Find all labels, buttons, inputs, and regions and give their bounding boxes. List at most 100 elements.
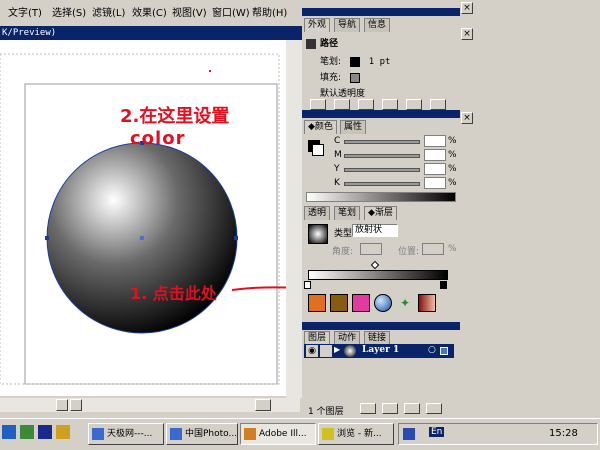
swatch-magenta[interactable] <box>352 294 370 312</box>
quicklaunch-icon-1[interactable] <box>2 425 16 439</box>
close-icon[interactable]: × <box>461 2 473 14</box>
layers-btn-2[interactable] <box>382 403 398 414</box>
menu-select[interactable]: 选择(S) <box>52 4 86 19</box>
swatch-orange[interactable] <box>308 294 326 312</box>
tab-gradient[interactable]: ◆渐层 <box>364 206 397 220</box>
bottom-note: 1. 点击此处 <box>130 284 217 303</box>
channel-c-slider[interactable] <box>344 140 420 144</box>
task-button-browser[interactable]: 浏览 - 新... <box>318 423 394 445</box>
close-icon-3[interactable]: × <box>461 112 473 124</box>
quicklaunch-icon-4[interactable] <box>56 425 70 439</box>
channel-k-slider[interactable] <box>344 182 420 186</box>
swatch-red-gradient[interactable] <box>418 294 436 312</box>
target-icon[interactable]: ○ <box>428 345 436 355</box>
menu-text[interactable]: 文字(T) <box>8 4 42 19</box>
gradient-type-select[interactable]: 放射状 <box>352 224 398 237</box>
gradient-panel: 透明 笔划 ◆渐层 类型 放射状 角度: 位置: % ✦ <box>302 206 460 322</box>
appearance-btn-4[interactable] <box>382 99 398 110</box>
task-button-photoshop[interactable]: 中国Photo... <box>166 423 238 445</box>
close-icon-2[interactable]: × <box>461 28 473 40</box>
tab-attributes[interactable]: 属性 <box>340 120 367 134</box>
tab-actions[interactable]: 动作 <box>334 331 361 345</box>
eye-icon[interactable]: ◉ <box>306 345 318 357</box>
vertical-scrollbar[interactable] <box>286 40 302 398</box>
menu-filter[interactable]: 滤镜(L) <box>92 4 125 19</box>
tab-color[interactable]: ◆颜色 <box>304 120 337 134</box>
color-spectrum-bar[interactable] <box>306 192 456 202</box>
appearance-btn-5[interactable] <box>406 99 422 110</box>
document-title: K/Preview) <box>2 28 57 38</box>
menu-window[interactable]: 窗口(W) <box>212 4 250 19</box>
tab-links[interactable]: 链接 <box>364 331 391 345</box>
gradient-tabs: 透明 笔划 ◆渐层 <box>304 206 458 220</box>
top-annotation: 2.在这里设置 <box>120 102 229 128</box>
top-note-word: color <box>130 128 186 149</box>
channel-k-value[interactable] <box>424 177 446 189</box>
layer-row[interactable]: ◉ ▶ Layer 1 ○ <box>304 344 454 358</box>
menu-view[interactable]: 视图(V) <box>172 4 207 19</box>
stroke-row[interactable]: 笔划: 1 pt <box>320 54 390 67</box>
appearance-btn-2[interactable] <box>334 99 350 110</box>
palette-column: 外观 导航 信息 路径 笔划: 1 pt 填充: 默认透明度 ◆颜色 属性 C … <box>302 0 460 418</box>
scroll-thumb[interactable] <box>255 399 271 411</box>
swatch-row: ✦ <box>302 292 460 316</box>
lock-toggle[interactable] <box>320 345 332 357</box>
quicklaunch-icon-3[interactable] <box>38 425 52 439</box>
gradient-type-label: 类型 <box>334 229 353 239</box>
gradient-preview[interactable] <box>308 224 328 244</box>
tab-appearance[interactable]: 外观 <box>304 18 331 32</box>
layers-trash-icon[interactable] <box>426 403 442 414</box>
trash-icon[interactable] <box>430 99 446 110</box>
appearance-btn-3[interactable] <box>358 99 374 110</box>
gradient-position-input[interactable] <box>422 243 444 255</box>
menu-effect[interactable]: 效果(C) <box>132 4 167 19</box>
layers-btn-3[interactable] <box>404 403 420 414</box>
gradient-stop-white[interactable] <box>304 281 311 289</box>
expand-arrow-icon[interactable]: ▶ <box>334 345 340 354</box>
channel-c-value[interactable] <box>424 135 446 147</box>
tray-icon-1[interactable] <box>403 428 415 440</box>
gradient-midpoint-marker[interactable] <box>370 260 380 270</box>
task-button-tianji[interactable]: 天极网---... <box>88 423 164 445</box>
task-button-illustrator[interactable]: Adobe Ill... <box>240 423 316 445</box>
swatch-sphere[interactable] <box>374 294 392 312</box>
layer-thumbnail <box>344 345 356 357</box>
scroll-left-button[interactable] <box>56 399 68 411</box>
stroke-swatch[interactable] <box>312 144 324 156</box>
channel-y-value[interactable] <box>424 163 446 175</box>
gradient-angle-input[interactable] <box>360 243 382 255</box>
tab-navigator[interactable]: 导航 <box>334 18 361 32</box>
quicklaunch-icon-2[interactable] <box>20 425 34 439</box>
system-tray: En 15:28 <box>398 423 598 445</box>
selection-indicator[interactable] <box>440 347 448 355</box>
swatch-star[interactable]: ✦ <box>396 294 414 312</box>
layers-footer: 1 个图层 <box>302 402 460 417</box>
tab-transparency[interactable]: 透明 <box>304 206 331 220</box>
layers-btn-1[interactable] <box>360 403 376 414</box>
tab-stroke[interactable]: 笔划 <box>334 206 361 220</box>
gradient-position-unit: % <box>448 244 457 254</box>
channel-m-value[interactable] <box>424 149 446 161</box>
appearance-panel-titlebar[interactable] <box>302 8 460 16</box>
appearance-tabs: 外观 导航 信息 <box>304 18 458 32</box>
swatch-brown[interactable] <box>330 294 348 312</box>
channel-y-slider[interactable] <box>344 168 420 172</box>
appearance-btn-1[interactable] <box>310 99 326 110</box>
scroll-right-button[interactable] <box>70 399 82 411</box>
gradient-stop-black[interactable] <box>440 281 447 289</box>
channel-y-label: Y <box>334 164 340 174</box>
channel-m-slider[interactable] <box>344 154 420 158</box>
tab-info[interactable]: 信息 <box>364 18 391 32</box>
horizontal-scrollbar[interactable] <box>0 398 300 412</box>
color-panel-titlebar[interactable] <box>302 110 460 118</box>
layer-name[interactable]: Layer 1 <box>362 345 399 355</box>
quick-launch <box>2 425 82 443</box>
bottom-annotation: 1. 点击此处 <box>130 280 217 304</box>
menu-help[interactable]: 帮助(H) <box>252 4 287 19</box>
layers-panel-titlebar[interactable] <box>302 322 460 330</box>
gradient-slider-bar[interactable] <box>308 270 448 280</box>
channel-k-unit: % <box>448 178 457 188</box>
fill-row[interactable]: 填充: <box>320 70 360 83</box>
ime-indicator[interactable]: En <box>429 427 445 437</box>
tab-layers[interactable]: 图层 <box>304 331 331 345</box>
